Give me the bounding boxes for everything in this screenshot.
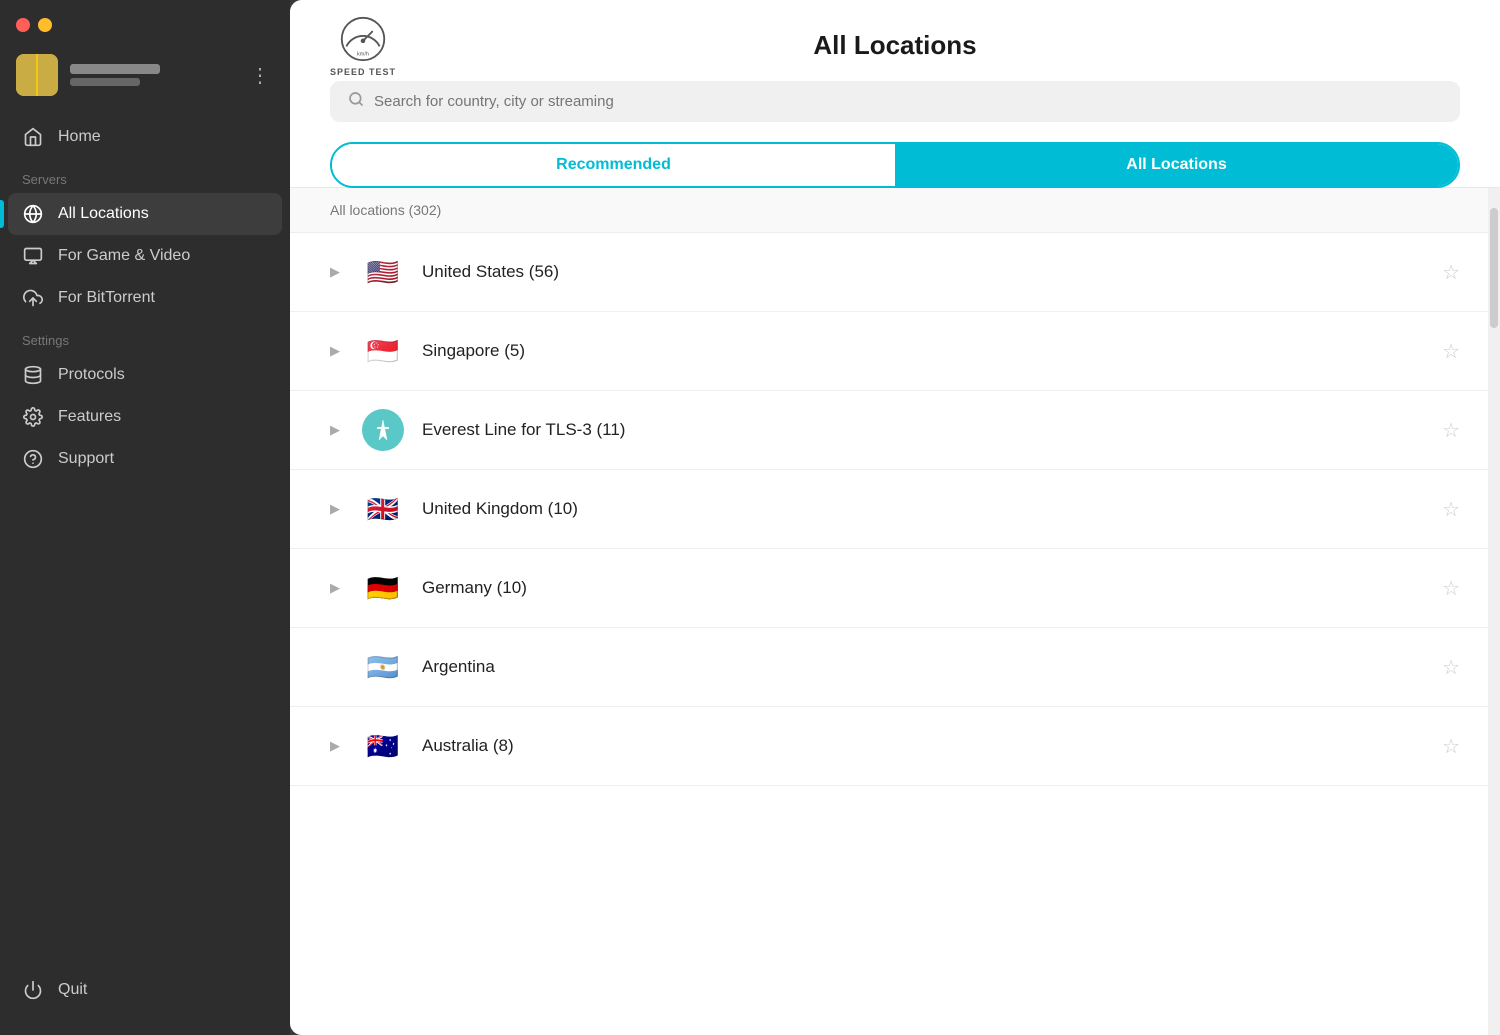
scrollbar-track <box>1488 188 1500 1035</box>
sidebar-item-bittorrent-label: For BitTorrent <box>58 289 155 307</box>
power-icon <box>22 979 44 1001</box>
flag-icon: 🇬🇧 <box>362 488 404 530</box>
expand-icon: ▶ <box>330 422 340 438</box>
sidebar: ⋮ Home Servers All Locations <box>0 0 290 1035</box>
list-item[interactable]: ▶ 🇺🇸 United States (56) ☆ <box>290 233 1500 312</box>
user-info: ⋮ <box>0 46 290 116</box>
sidebar-item-game-video[interactable]: For Game & Video <box>8 235 282 277</box>
list-header: All locations (302) <box>290 188 1500 233</box>
minimize-button[interactable] <box>38 18 52 32</box>
location-name: Australia (8) <box>422 736 1424 756</box>
sidebar-item-protocols-label: Protocols <box>58 366 125 384</box>
sidebar-item-all-locations[interactable]: All Locations <box>8 193 282 235</box>
speed-test-button[interactable]: km/h SPEED TEST <box>330 15 396 77</box>
gear-icon <box>22 406 44 428</box>
list-item[interactable]: ▶ 🇩🇪 Germany (10) ☆ <box>290 549 1500 628</box>
sidebar-item-home[interactable]: Home <box>8 116 282 158</box>
traffic-lights <box>16 18 74 32</box>
favorite-button[interactable]: ☆ <box>1442 418 1460 443</box>
speed-test-label: SPEED TEST <box>330 67 396 77</box>
favorite-button[interactable]: ☆ <box>1442 339 1460 364</box>
titlebar <box>0 0 290 46</box>
location-name: United States (56) <box>422 262 1424 282</box>
sidebar-item-features-label: Features <box>58 408 121 426</box>
expand-icon: ▶ <box>330 738 340 754</box>
flag-icon: 🇩🇪 <box>362 567 404 609</box>
servers-section-label: Servers <box>0 158 290 193</box>
location-name: Argentina <box>422 657 1424 677</box>
expand-icon: ▶ <box>330 343 340 359</box>
sidebar-item-support-label: Support <box>58 450 114 468</box>
search-icon <box>348 91 364 112</box>
svg-text:km/h: km/h <box>357 51 369 57</box>
close-button[interactable] <box>16 18 30 32</box>
search-bar <box>330 81 1460 122</box>
globe-icon <box>22 203 44 225</box>
avatar <box>16 54 58 96</box>
list-item[interactable]: ▶ 🇦🇷 Argentina ☆ <box>290 628 1500 707</box>
user-details <box>70 64 160 86</box>
favorite-button[interactable]: ☆ <box>1442 497 1460 522</box>
quit-button[interactable]: Quit <box>8 969 282 1011</box>
favorite-button[interactable]: ☆ <box>1442 260 1460 285</box>
favorite-button[interactable]: ☆ <box>1442 655 1460 680</box>
location-tabs: Recommended All Locations <box>330 142 1460 188</box>
flag-icon: 🇦🇺 <box>362 725 404 767</box>
favorite-button[interactable]: ☆ <box>1442 734 1460 759</box>
quit-label: Quit <box>58 981 87 999</box>
favorite-button[interactable]: ☆ <box>1442 576 1460 601</box>
location-name: United Kingdom (10) <box>422 499 1424 519</box>
sidebar-item-support[interactable]: Support <box>8 438 282 480</box>
main-header: km/h SPEED TEST All Locations Recommende… <box>290 0 1500 188</box>
play-icon <box>22 245 44 267</box>
search-input[interactable] <box>374 93 1442 110</box>
page-title: All Locations <box>813 30 976 61</box>
location-list: All locations (302) ▶ 🇺🇸 United States (… <box>290 188 1500 1035</box>
nav-section-settings: Protocols Features Support <box>0 354 290 480</box>
scrollbar-thumb[interactable] <box>1490 208 1498 328</box>
expand-icon: ▶ <box>330 580 340 596</box>
location-name: Everest Line for TLS-3 (11) <box>422 420 1424 440</box>
layers-icon <box>22 364 44 386</box>
sidebar-item-home-label: Home <box>58 128 101 146</box>
sidebar-item-all-locations-label: All Locations <box>58 205 149 223</box>
list-item[interactable]: ▶ 🇦🇺 Australia (8) ☆ <box>290 707 1500 786</box>
home-icon <box>22 126 44 148</box>
location-name: Germany (10) <box>422 578 1424 598</box>
flag-icon: 🇦🇷 <box>362 646 404 688</box>
sidebar-bottom: Quit <box>0 953 290 1035</box>
expand-icon: ▶ <box>330 501 340 517</box>
sidebar-item-game-video-label: For Game & Video <box>58 247 190 265</box>
list-item[interactable]: ▶ 🇬🇧 United Kingdom (10) ☆ <box>290 470 1500 549</box>
more-options-button[interactable]: ⋮ <box>246 59 274 92</box>
sidebar-item-protocols[interactable]: Protocols <box>8 354 282 396</box>
help-icon <box>22 448 44 470</box>
avatar-inner <box>16 54 58 96</box>
user-sub-placeholder <box>70 78 140 86</box>
main-content: km/h SPEED TEST All Locations Recommende… <box>290 0 1500 1035</box>
sidebar-item-features[interactable]: Features <box>8 396 282 438</box>
location-name: Singapore (5) <box>422 341 1424 361</box>
user-name-placeholder <box>70 64 160 74</box>
list-item[interactable]: ▶ Everest Line for TLS-3 (11) ☆ <box>290 391 1500 470</box>
tab-recommended[interactable]: Recommended <box>332 144 895 186</box>
flag-icon: 🇺🇸 <box>362 251 404 293</box>
tab-all-locations[interactable]: All Locations <box>895 144 1458 186</box>
header-top: km/h SPEED TEST All Locations <box>330 30 1460 61</box>
flag-icon <box>362 409 404 451</box>
nav-section-servers: All Locations For Game & Video For BitTo… <box>0 193 290 319</box>
upload-icon <box>22 287 44 309</box>
nav-section-home: Home <box>0 116 290 158</box>
flag-icon: 🇸🇬 <box>362 330 404 372</box>
list-item[interactable]: ▶ 🇸🇬 Singapore (5) ☆ <box>290 312 1500 391</box>
sidebar-item-bittorrent[interactable]: For BitTorrent <box>8 277 282 319</box>
expand-icon: ▶ <box>330 264 340 280</box>
settings-section-label: Settings <box>0 319 290 354</box>
